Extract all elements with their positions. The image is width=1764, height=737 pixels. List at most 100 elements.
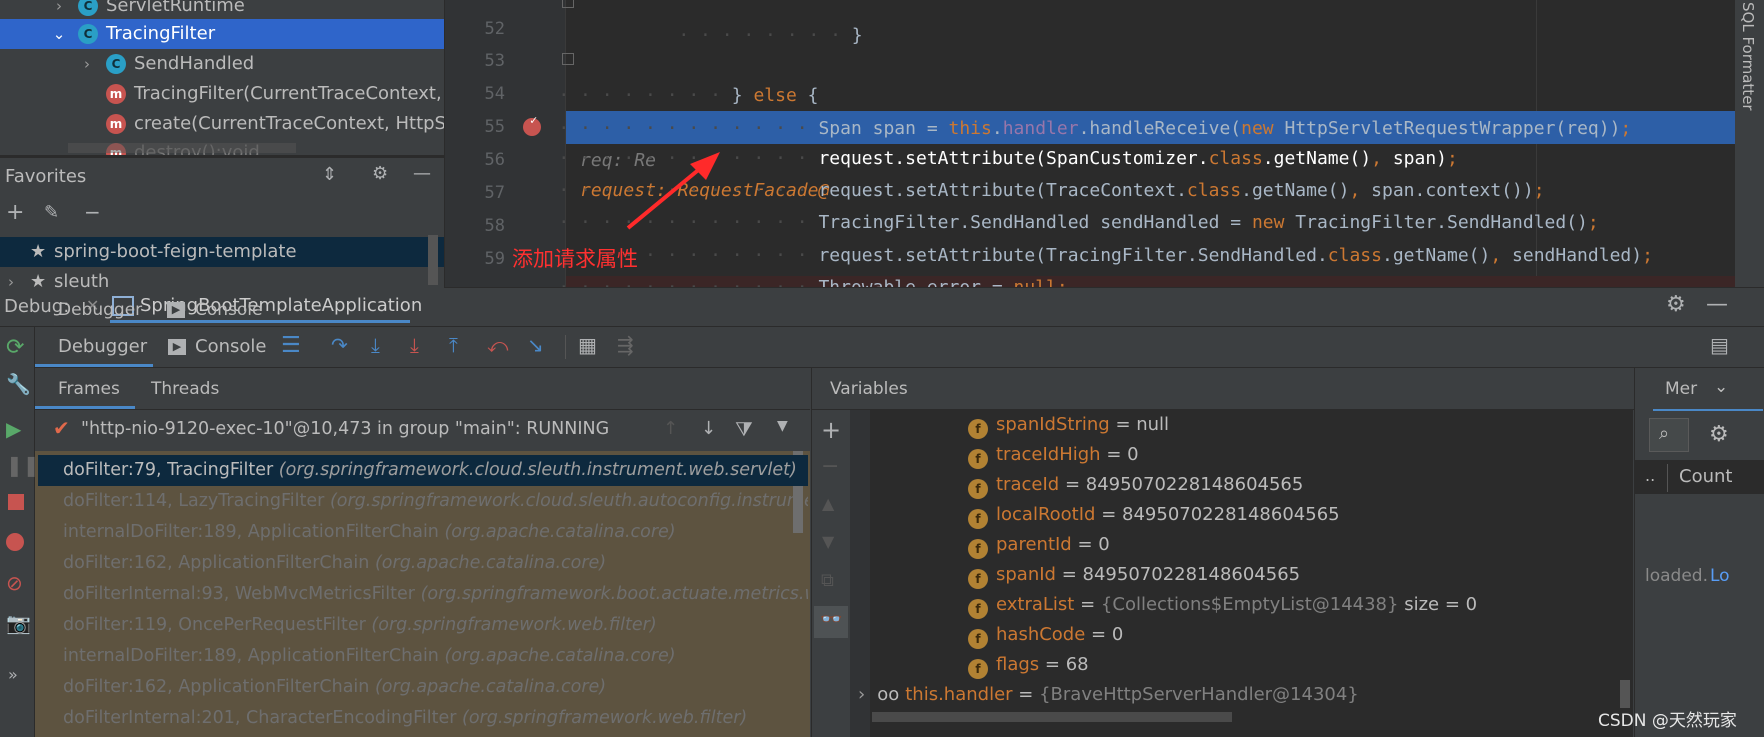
frame-row[interactable]: internalDoFilter:189, ApplicationFilterC… [38, 641, 808, 672]
resume-icon[interactable]: ▶ [6, 417, 21, 441]
frame-row[interactable]: doFilterInternal:201, CharacterEncodingF… [38, 703, 808, 734]
gear-icon[interactable]: ⚙ [1709, 422, 1729, 447]
field-icon: f [968, 539, 988, 559]
load-link[interactable]: Lo [1710, 566, 1730, 586]
collapse-all-icon[interactable]: ⇕ [322, 164, 337, 185]
frame-row[interactable]: doFilter:119, OncePerRequestFilter (org.… [38, 610, 808, 641]
chevron-right-icon[interactable]: › [4, 267, 18, 288]
variable-row[interactable]: f traceIdHigh = 0 [968, 440, 1139, 470]
chevron-down-icon[interactable]: ⌄ [52, 19, 66, 49]
minimize-icon[interactable]: — [1706, 292, 1728, 317]
variables-toolbar: + − ▲ ▼ ⧉ 👓 [811, 410, 850, 737]
variables-scrollbar[interactable] [1620, 680, 1630, 708]
method-icon: m [106, 114, 126, 134]
frame-method: doFilter:162, ApplicationFilterChain [63, 677, 370, 697]
rerun-icon[interactable]: ⟳ [6, 335, 24, 360]
arrow-down-icon[interactable]: ↓ [701, 418, 716, 439]
tree-item-create[interactable]: m create(CurrentTraceContext, HttpSe [0, 109, 444, 139]
variable-row[interactable]: f parentId = 0 [968, 530, 1110, 560]
variable-value: = 0 [1077, 534, 1110, 555]
frame-row[interactable]: doFilter:162, ApplicationFilterChain (or… [38, 672, 808, 703]
fold-marker-icon[interactable] [562, 0, 574, 8]
favorite-item[interactable]: › ★ sleuth [0, 267, 444, 288]
layout-icon[interactable]: ☰ [281, 333, 301, 358]
code-line-52[interactable]: · · · · · · · · } [635, 0, 862, 46]
copy-icon[interactable]: ⧉ [821, 570, 834, 591]
mute-breakpoints-icon[interactable]: ⊘ [6, 571, 23, 595]
tree-item-constructor[interactable]: m TracingFilter(CurrentTraceContext, I [0, 79, 444, 109]
code-line-53[interactable]: · · · · · · · · } else { [515, 48, 818, 106]
frame-row[interactable]: doFilter:114, LazyTracingFilter (org.spr… [38, 486, 808, 517]
move-up-icon[interactable]: ▲ [822, 494, 834, 513]
camera-icon[interactable]: 📷 [6, 611, 31, 635]
frame-package: (org.springframework.web.filter) [371, 615, 657, 635]
tree-item-label: TracingFilter(CurrentTraceContext, I [134, 83, 444, 104]
gear-icon[interactable]: ⚙ [1666, 292, 1686, 317]
variable-row[interactable]: f spanIdString = null [968, 410, 1169, 440]
evaluate-expression-icon[interactable]: ▦ [578, 333, 597, 357]
remove-watch-icon[interactable]: − [821, 454, 839, 479]
step-over-icon[interactable]: ↷ [331, 333, 348, 357]
add-watch-icon[interactable]: + [821, 416, 841, 444]
frame-row[interactable]: doFilter:162, ApplicationFilterChain (or… [38, 548, 808, 579]
count-header[interactable]: Count [1679, 466, 1732, 487]
move-down-icon[interactable]: ▼ [822, 532, 834, 551]
drop-frame-icon[interactable]: ⤺ [487, 333, 508, 357]
tab-console[interactable]: Console [195, 300, 263, 320]
filter-icon[interactable]: ⧩ [735, 417, 753, 441]
stop-icon[interactable] [8, 494, 24, 510]
favorite-item[interactable]: ★ spring-boot-feign-template [0, 237, 444, 267]
chevron-right-icon[interactable]: › [52, 0, 66, 21]
arrow-up-icon[interactable]: ↑ [663, 418, 678, 439]
chevron-right-icon[interactable]: › [80, 49, 94, 79]
variable-row[interactable]: f extraList = {Collections$EmptyList@1443… [968, 590, 1477, 620]
remove-icon[interactable]: − [84, 200, 101, 224]
more-icon[interactable]: » [8, 665, 18, 684]
chevron-down-icon[interactable]: ▼ [777, 418, 788, 434]
run-to-cursor-icon[interactable]: ↘ [527, 333, 544, 357]
restore-layout-icon[interactable]: ▤ [1710, 333, 1729, 357]
frame-row[interactable]: doFilter:79, TracingFilter (org.springfr… [38, 455, 808, 486]
tree-scrollbar[interactable] [68, 143, 296, 153]
frame-row[interactable]: doFilterInternal:93, WebMvcMetricsFilter… [38, 579, 808, 610]
tree-item-servletruntime[interactable]: › C ServletRuntime [0, 0, 444, 21]
chevron-right-icon[interactable]: › [858, 684, 865, 705]
step-into-icon[interactable]: ⤓ [371, 333, 380, 357]
favorites-scrollbar[interactable] [428, 235, 438, 285]
trace-stream-icon[interactable]: ⇶ [617, 333, 634, 357]
variable-row[interactable]: f localRootId = 8495070228148604565 [968, 500, 1340, 530]
code-text: } [851, 25, 863, 46]
variable-row[interactable]: f traceId = 8495070228148604565 [968, 470, 1303, 500]
tree-item-tracingfilter[interactable]: ⌄ C TracingFilter [0, 19, 444, 49]
variable-row[interactable]: › oo this.handler = {BraveHttpServerHandle… [858, 680, 1359, 710]
step-out-icon[interactable]: ⤒ [449, 333, 458, 357]
column-divider [1667, 464, 1668, 492]
add-icon[interactable]: + [6, 200, 24, 225]
line-number: 53 [484, 51, 505, 71]
view-breakpoints-icon[interactable] [6, 533, 24, 551]
force-step-into-icon[interactable]: ⤓ [410, 333, 419, 357]
variable-row[interactable]: f hashCode = 0 [968, 620, 1123, 650]
variable-row[interactable]: f spanId = 8495070228148604565 [968, 560, 1300, 590]
tab-debugger[interactable]: Debugger [58, 336, 147, 357]
chevron-down-icon[interactable]: ⌄ [1714, 377, 1728, 397]
gear-icon[interactable]: ⚙ [372, 163, 388, 184]
sql-formatter-tab[interactable]: SQL Formatter [1739, 2, 1757, 111]
frame-row[interactable]: internalDoFilter:189, ApplicationFilterC… [38, 517, 808, 548]
tab-console[interactable]: Console [195, 336, 266, 357]
code-line-55[interactable]: · · · · · · · · · · · · request.setAttri… [515, 111, 1458, 201]
code-line-54[interactable]: · · · · · · · · · · · · Span span = this… [515, 81, 1631, 171]
edit-icon[interactable]: ✎ [44, 202, 59, 223]
code-editor[interactable]: 52 53 54 55 56 57 58 59 ✓ · · · · · · · … [445, 0, 1735, 287]
minimize-icon[interactable]: — [413, 163, 431, 184]
wrench-icon[interactable]: 🔧 [6, 372, 31, 396]
thread-selector[interactable]: ✔ "http-nio-9120-exec-10"@10,473 in grou… [35, 410, 810, 450]
tab-threads[interactable]: Threads [151, 379, 219, 399]
variable-row[interactable]: f flags = 68 [968, 650, 1089, 680]
tab-memory[interactable]: Mer [1665, 379, 1697, 399]
tree-item-sendhandled[interactable]: › C SendHandled [0, 49, 444, 79]
variables-hscrollbar[interactable] [872, 712, 1232, 722]
debugger-toolbar: Debugger ▶ Console ☰ ↷ ⤓ ⤓ ⤒ ⤺ ↘ ▦ ⇶ ▤ [35, 327, 1764, 368]
tab-frames[interactable]: Frames [58, 379, 120, 399]
tab-debugger-label[interactable]: Debugger [58, 300, 142, 320]
